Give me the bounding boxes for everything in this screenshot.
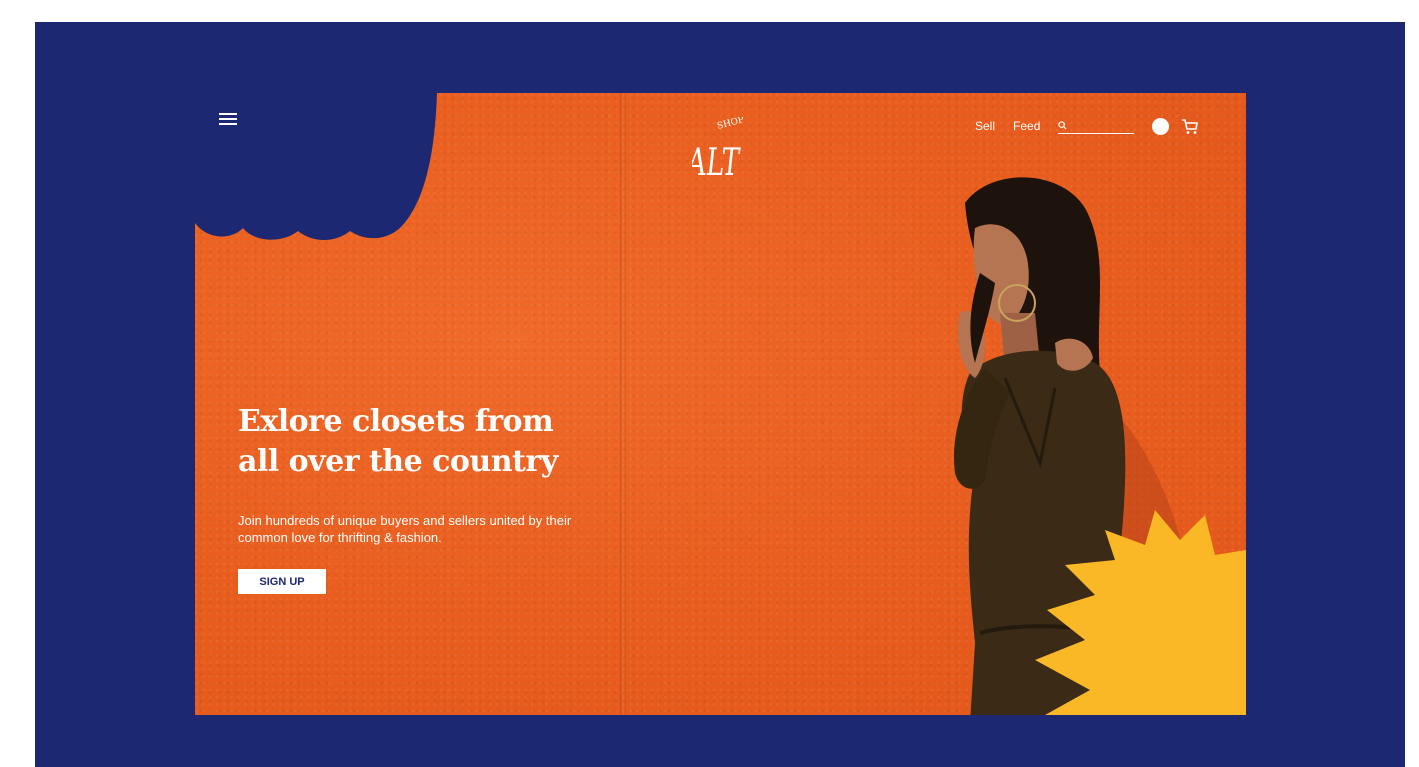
search-icon[interactable]	[1058, 121, 1067, 130]
search-input[interactable]	[1067, 120, 1132, 131]
top-nav: Sell Feed	[975, 116, 1199, 136]
alt-shop-logo[interactable]: SHOP ALT	[692, 117, 752, 179]
hero-subtext: Join hundreds of unique buyers and selle…	[238, 513, 572, 545]
svg-text:SHOP: SHOP	[716, 117, 745, 132]
cart-icon[interactable]	[1181, 118, 1199, 135]
page-frame: SHOP ALT Sell Feed Exlore closets from a…	[35, 22, 1405, 767]
avatar[interactable]	[1152, 117, 1170, 135]
search-field[interactable]	[1058, 119, 1135, 134]
nav-feed-link[interactable]: Feed	[1013, 119, 1040, 133]
svg-text:ALT: ALT	[692, 140, 742, 179]
sign-up-button[interactable]: SIGN UP	[238, 569, 326, 594]
wall-seam	[620, 93, 626, 715]
starburst-large	[1035, 510, 1246, 715]
menu-icon[interactable]	[219, 110, 237, 128]
nav-sell-link[interactable]: Sell	[975, 119, 995, 133]
hero-headline: Exlore closets from all over the country	[238, 404, 558, 479]
